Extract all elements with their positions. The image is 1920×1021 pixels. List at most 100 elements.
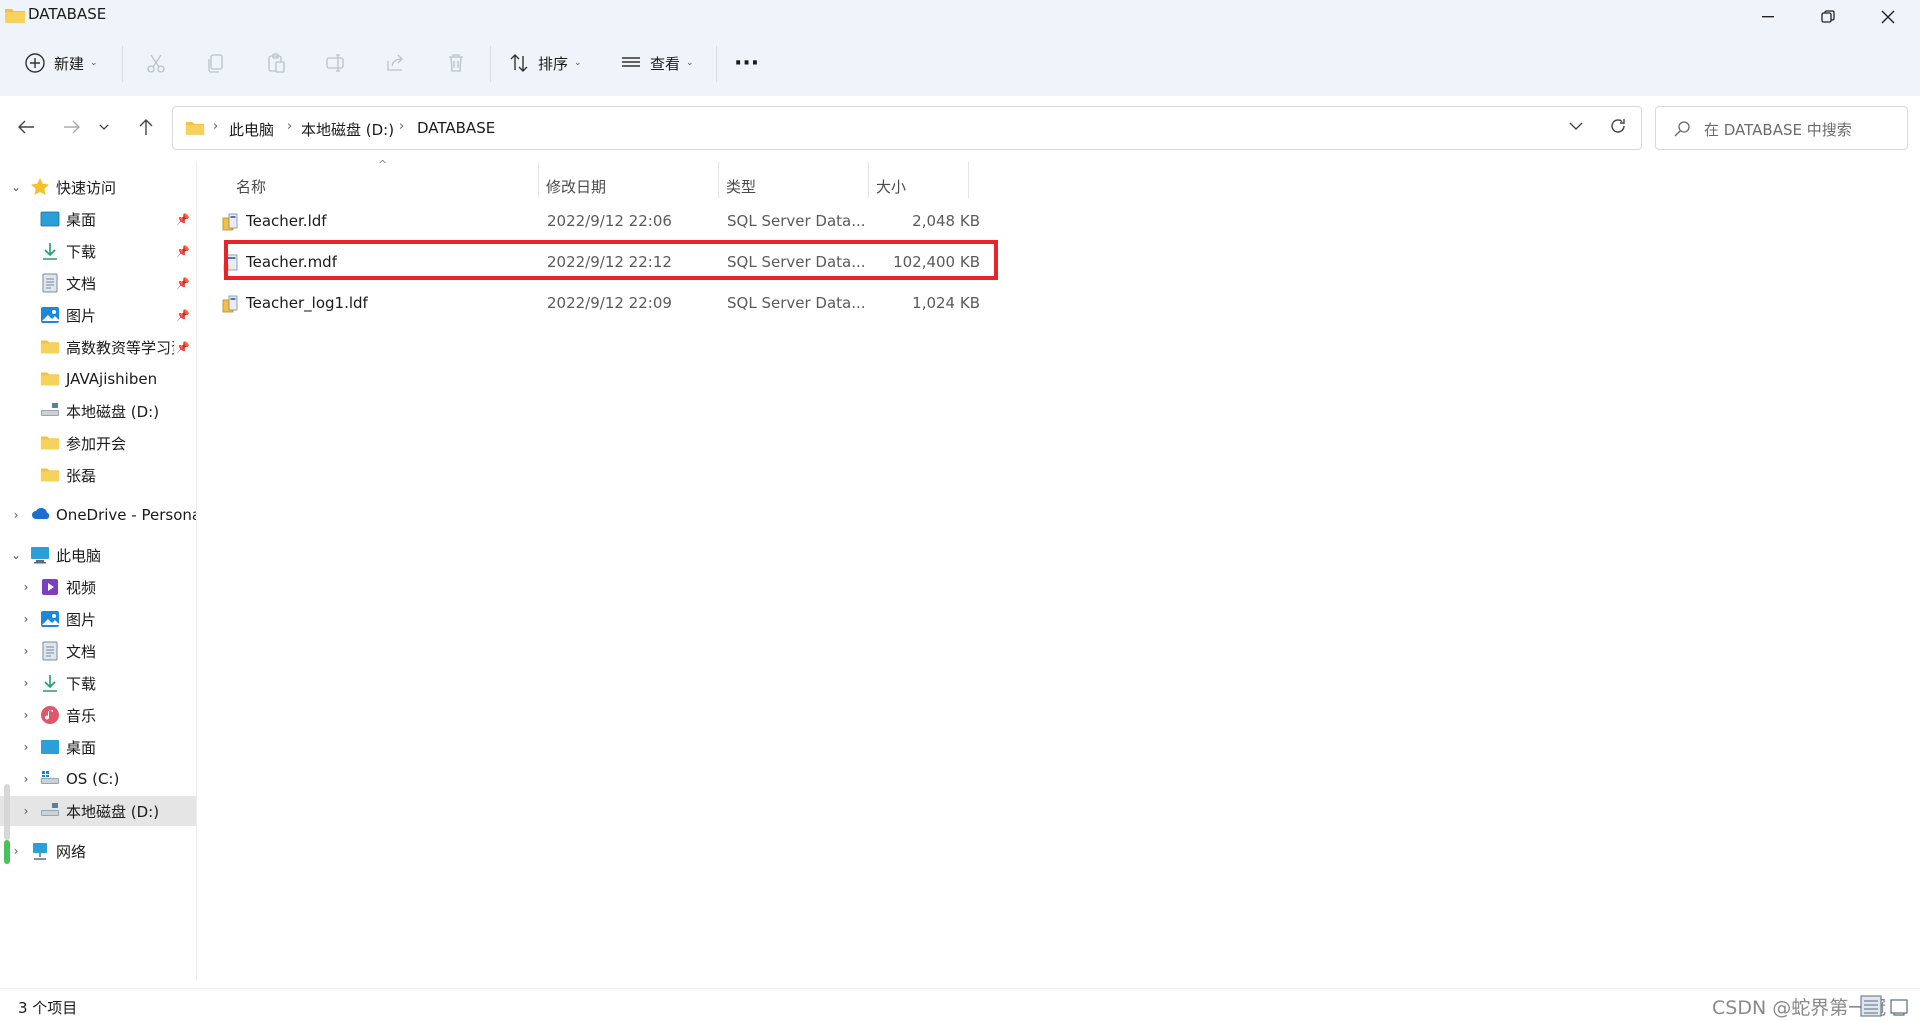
sidebar-item-label: 此电脑	[56, 546, 102, 565]
sidebar-item-pictures[interactable]: 图片 📌	[0, 300, 196, 330]
column-divider[interactable]	[968, 162, 969, 198]
breadcrumb-chevron-icon: ›	[213, 119, 219, 134]
new-label: 新建	[54, 54, 85, 73]
column-header-date[interactable]: 修改日期	[546, 168, 606, 204]
breadcrumb-chevron-icon: ›	[287, 119, 293, 134]
restore-button[interactable]	[1798, 0, 1858, 34]
tiles-view-button[interactable]	[1888, 995, 1910, 1017]
chevron-down-icon[interactable]: ⌄	[9, 180, 23, 194]
column-header-type[interactable]: 类型	[726, 168, 756, 204]
sidebar-item-folder-zhanglei[interactable]: 张磊	[0, 460, 196, 490]
sidebar-item-videos[interactable]: › 视频	[0, 572, 196, 602]
address-history-button[interactable]	[1567, 117, 1585, 139]
rename-button[interactable]	[325, 46, 347, 80]
view-button[interactable]: 查看 ⌄	[620, 46, 694, 80]
sidebar-item-label: 下载	[66, 674, 97, 693]
close-icon	[1881, 10, 1895, 24]
share-button[interactable]	[385, 46, 407, 80]
table-row[interactable]: Teacher.ldf 2022/9/12 22:06 SQL Server D…	[220, 204, 988, 238]
delete-button[interactable]	[445, 46, 467, 80]
breadcrumb-this-pc[interactable]: 此电脑	[229, 119, 274, 140]
pictures-icon	[40, 305, 60, 325]
cut-button[interactable]	[145, 46, 167, 80]
breadcrumb-drive-d[interactable]: 本地磁盘 (D:)	[301, 119, 394, 140]
computer-icon	[30, 545, 50, 565]
new-button[interactable]: 新建 ⌄	[24, 46, 98, 80]
sql-log-file-icon	[222, 294, 240, 318]
sidebar-item-drive-d[interactable]: › 本地磁盘 (D:)	[0, 796, 196, 826]
chevron-right-icon[interactable]: ›	[9, 844, 23, 858]
sidebar-item-network[interactable]: › 网络	[0, 836, 196, 866]
table-row[interactable]: Teacher.mdf 2022/9/12 22:12 SQL Server D…	[220, 245, 988, 279]
sidebar-item-downloads[interactable]: 下载 📌	[0, 236, 196, 266]
chevron-right-icon[interactable]: ›	[19, 612, 33, 626]
paste-button[interactable]	[265, 46, 287, 80]
copy-button[interactable]	[205, 46, 227, 80]
table-row[interactable]: Teacher_log1.ldf 2022/9/12 22:09 SQL Ser…	[220, 286, 988, 320]
sidebar-item-desktop[interactable]: 桌面 📌	[0, 204, 196, 234]
chevron-down-icon	[99, 124, 109, 130]
details-view-button[interactable]	[1860, 995, 1882, 1017]
sidebar-item-label: 张磊	[66, 466, 97, 485]
sidebar-item-onedrive[interactable]: › OneDrive - Persona	[0, 500, 196, 530]
search-input[interactable]: 在 DATABASE 中搜索	[1655, 106, 1908, 150]
pin-icon: 📌	[176, 244, 190, 258]
sidebar-item-quick-access[interactable]: ⌄ 快速访问	[0, 172, 196, 202]
breadcrumb-chevron-icon: ›	[399, 119, 405, 134]
forward-button[interactable]	[56, 112, 88, 142]
close-button[interactable]	[1858, 0, 1918, 34]
command-bar: 新建 ⌄ 排序 ⌄ 查看 ⌄ ···	[0, 36, 1920, 90]
column-divider[interactable]	[538, 162, 539, 198]
chevron-down-icon[interactable]: ⌄	[9, 548, 23, 562]
chevron-right-icon[interactable]: ›	[19, 708, 33, 722]
refresh-button[interactable]	[1609, 117, 1627, 139]
sidebar-item-documents-pc[interactable]: › 文档	[0, 636, 196, 666]
sidebar-item-label: JAVAjishiben	[66, 370, 158, 388]
minimize-button[interactable]	[1738, 0, 1798, 34]
pin-icon: 📌	[176, 212, 190, 226]
address-row: › 此电脑 › 本地磁盘 (D:) › DATABASE 在 DATABASE …	[0, 96, 1920, 158]
chevron-right-icon[interactable]: ›	[19, 772, 33, 786]
sidebar-item-documents[interactable]: 文档 📌	[0, 268, 196, 298]
sidebar-item-downloads-pc[interactable]: › 下载	[0, 668, 196, 698]
chevron-right-icon[interactable]: ›	[9, 508, 23, 522]
sql-data-file-icon	[222, 253, 240, 277]
network-icon	[30, 841, 50, 861]
column-header-name[interactable]: 名称	[236, 168, 266, 204]
chevron-down-icon: ⌄	[90, 58, 98, 68]
sidebar-item-label: 高数教资等学习资	[66, 338, 174, 357]
sort-button[interactable]: 排序 ⌄	[508, 46, 582, 80]
sidebar-item-drive-c[interactable]: › OS (C:)	[0, 764, 196, 794]
sidebar-scrollbar[interactable]	[4, 784, 10, 864]
breadcrumb-database[interactable]: DATABASE	[417, 119, 495, 137]
chevron-right-icon[interactable]: ›	[19, 580, 33, 594]
sidebar-item-music[interactable]: › 音乐	[0, 700, 196, 730]
column-divider[interactable]	[868, 162, 869, 198]
up-button[interactable]	[130, 112, 162, 142]
document-icon	[40, 641, 60, 661]
back-button[interactable]	[10, 112, 42, 142]
chevron-right-icon[interactable]: ›	[19, 676, 33, 690]
navigation-pane: ⌄ 快速访问 桌面 📌 下载 📌 文档 📌 图片 📌 高数教资等学习 📌 JAV…	[0, 162, 197, 980]
sidebar-item-this-pc[interactable]: ⌄ 此电脑	[0, 540, 196, 570]
sidebar-item-folder-meeting[interactable]: 参加开会	[0, 428, 196, 458]
sidebar-item-desktop-pc[interactable]: › 桌面	[0, 732, 196, 762]
file-size: 2,048 KB	[912, 212, 980, 230]
cut-icon	[147, 54, 165, 73]
column-header-size[interactable]: 大小	[876, 168, 906, 204]
folder-icon	[40, 337, 60, 357]
recent-locations-button[interactable]	[94, 112, 114, 142]
sidebar-item-folder-study[interactable]: 高数教资等学习资 📌	[0, 332, 196, 362]
address-bar[interactable]: › 此电脑 › 本地磁盘 (D:) › DATABASE	[172, 106, 1642, 150]
cloud-icon	[30, 505, 50, 525]
more-button[interactable]: ···	[734, 46, 759, 80]
column-divider[interactable]	[718, 162, 719, 198]
chevron-right-icon[interactable]: ›	[19, 740, 33, 754]
chevron-right-icon[interactable]: ›	[19, 804, 33, 818]
sidebar-item-label: 下载	[66, 242, 97, 261]
sidebar-item-folder-java[interactable]: JAVAjishiben	[0, 364, 196, 394]
sidebar-item-pictures-pc[interactable]: › 图片	[0, 604, 196, 634]
sidebar-item-drive-d-quick[interactable]: 本地磁盘 (D:)	[0, 396, 196, 426]
sidebar-item-label: 参加开会	[66, 434, 127, 453]
chevron-right-icon[interactable]: ›	[19, 644, 33, 658]
